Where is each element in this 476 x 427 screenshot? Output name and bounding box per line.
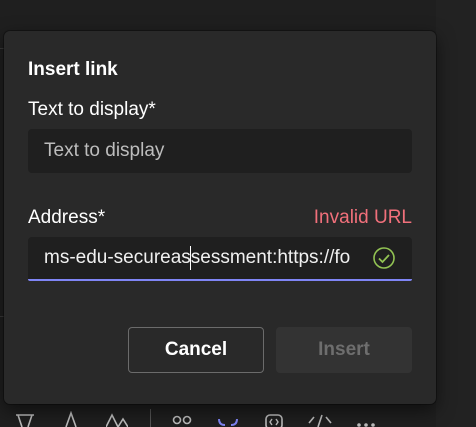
address-error-message: Invalid URL xyxy=(313,207,412,228)
address-input[interactable]: ms-edu-secureassessment:https://fo xyxy=(28,237,412,281)
font-color-icon[interactable] xyxy=(58,407,84,427)
formatting-toolbar xyxy=(0,404,436,427)
cancel-button[interactable]: Cancel xyxy=(128,327,264,373)
grid-icon[interactable] xyxy=(169,407,195,427)
code-snippet-icon[interactable] xyxy=(261,407,287,427)
bucket-icon[interactable] xyxy=(12,407,38,427)
check-circle-icon xyxy=(372,246,396,270)
font-size-icon[interactable] xyxy=(104,407,130,427)
text-to-display-placeholder: Text to display xyxy=(44,140,165,161)
insert-button[interactable]: Insert xyxy=(276,327,412,373)
text-to-display-label: Text to display* xyxy=(28,99,156,120)
more-icon[interactable] xyxy=(353,407,379,427)
insert-link-dialog: Insert link Text to display* Text to dis… xyxy=(4,31,436,404)
background-panel xyxy=(436,0,476,427)
text-to-display-input[interactable]: Text to display xyxy=(28,129,412,173)
address-value: ms-edu-secureassessment:https://fo xyxy=(44,246,369,270)
toolbar-separator xyxy=(150,409,151,427)
code-icon[interactable] xyxy=(307,407,333,427)
address-label: Address* xyxy=(28,207,106,228)
address-value-end: sessment:https://fo xyxy=(190,247,351,269)
address-value-start: ms-edu-secureas xyxy=(44,247,191,269)
link-icon[interactable] xyxy=(215,407,241,427)
dialog-title: Insert link xyxy=(28,59,118,80)
